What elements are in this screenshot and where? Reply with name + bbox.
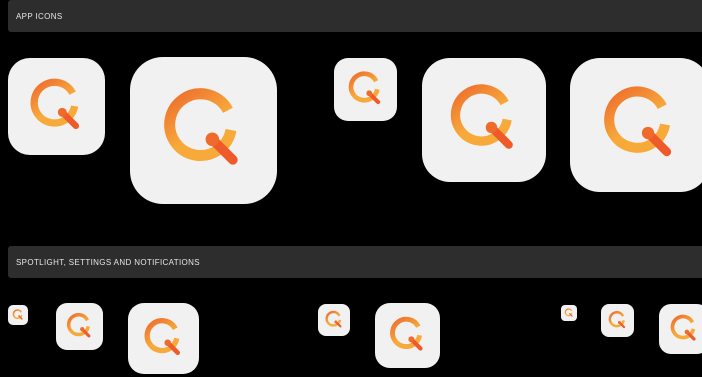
q-logo-icon: [325, 310, 342, 328]
q-logo-icon: [390, 316, 423, 351]
q-logo-icon: [66, 312, 91, 338]
app-icon-preview[interactable]: [334, 58, 397, 121]
q-logo-icon: [564, 308, 573, 317]
app-icon-preview[interactable]: [8, 58, 105, 155]
spotlight-icon-preview[interactable]: [561, 305, 577, 321]
spotlight-icon-preview[interactable]: [375, 303, 440, 368]
section-title: APP ICONS: [16, 11, 63, 21]
spotlight-icon-preview[interactable]: [8, 305, 28, 325]
spotlight-icon-preview[interactable]: [601, 304, 634, 337]
q-logo-icon: [450, 84, 513, 149]
q-logo-icon: [604, 86, 672, 157]
q-logo-icon: [670, 314, 696, 341]
app-icons-section-header: APP ICONS: [8, 0, 702, 32]
spotlight-icon-preview[interactable]: [659, 304, 702, 354]
q-logo-icon: [144, 318, 181, 356]
q-logo-icon: [608, 311, 626, 329]
icon-preview-page: APP ICONS SPOTLIGHT, SETTINGS AND NOTIFI…: [0, 0, 702, 377]
q-logo-icon: [12, 309, 23, 320]
spotlight-section-header: SPOTLIGHT, SETTINGS AND NOTIFICATIONS: [8, 246, 702, 278]
section-title: SPOTLIGHT, SETTINGS AND NOTIFICATIONS: [16, 257, 200, 267]
app-icon-preview[interactable]: [130, 57, 277, 204]
spotlight-icon-preview[interactable]: [318, 304, 350, 336]
spotlight-icon-preview[interactable]: [128, 303, 199, 374]
q-logo-icon: [348, 71, 381, 105]
q-logo-icon: [30, 78, 80, 130]
spotlight-icon-preview[interactable]: [56, 303, 103, 350]
app-icon-preview[interactable]: [570, 58, 702, 192]
app-icon-preview[interactable]: [422, 58, 546, 182]
q-logo-icon: [164, 88, 238, 165]
